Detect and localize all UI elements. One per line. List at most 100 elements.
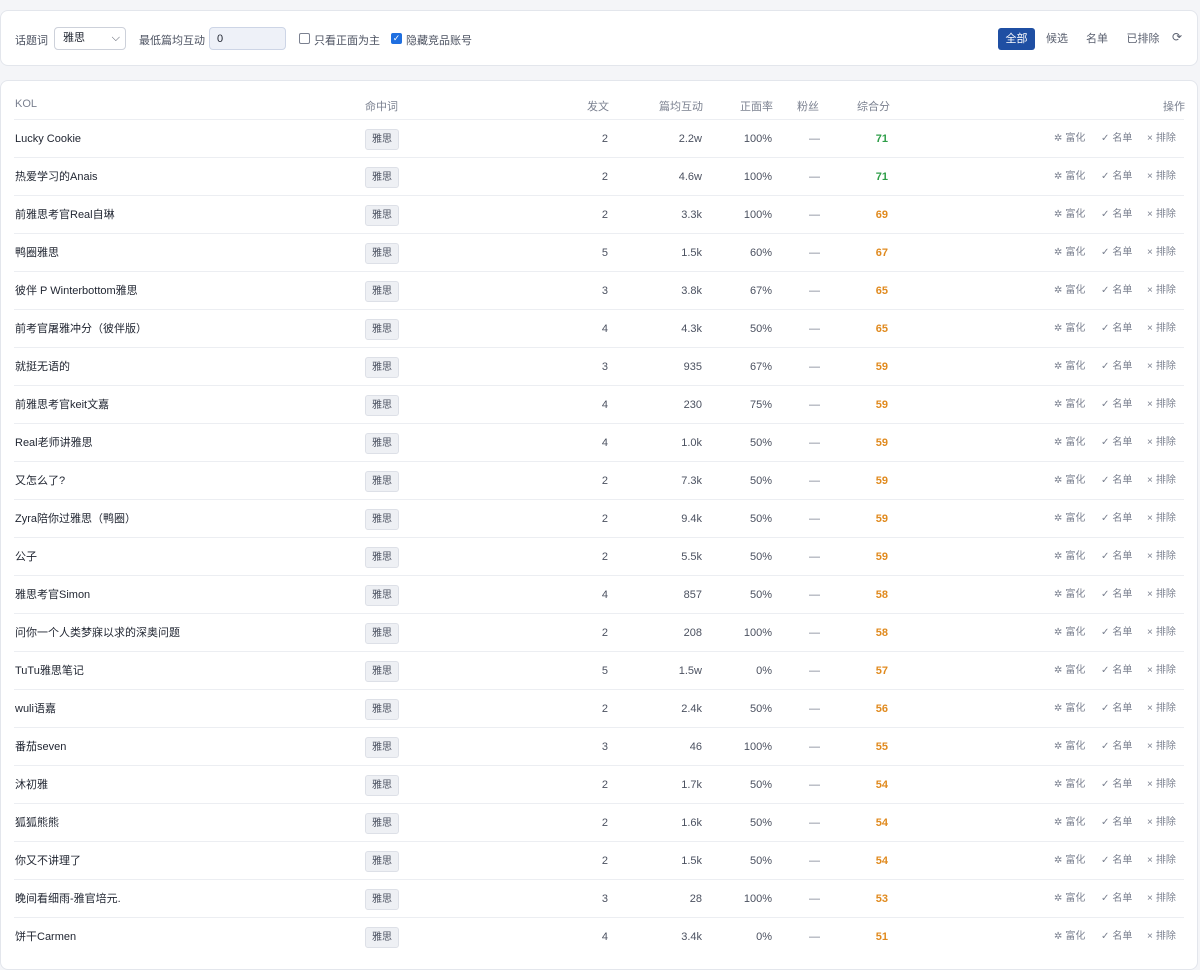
add-to-list-button[interactable]: ✓ 名单	[1101, 880, 1132, 918]
add-to-list-button[interactable]: ✓ 名单	[1101, 272, 1132, 310]
enrich-button[interactable]: ✲ 富化	[1054, 348, 1085, 386]
exclude-button[interactable]: × 排除	[1147, 918, 1176, 956]
add-to-list-button[interactable]: ✓ 名单	[1101, 614, 1132, 652]
enrich-button[interactable]: ✲ 富化	[1054, 234, 1085, 272]
kol-name[interactable]: Lucky Cookie	[15, 120, 81, 158]
add-to-list-button[interactable]: ✓ 名单	[1101, 576, 1132, 614]
add-to-list-button[interactable]: ✓ 名单	[1101, 120, 1132, 158]
enrich-button[interactable]: ✲ 富化	[1054, 690, 1085, 728]
add-to-list-button[interactable]: ✓ 名单	[1101, 310, 1132, 348]
kol-name[interactable]: 晚间看细雨-雅官培元.	[15, 880, 121, 918]
add-to-list-button[interactable]: ✓ 名单	[1101, 842, 1132, 880]
segment-list[interactable]: 名单	[1081, 28, 1113, 50]
enrich-button[interactable]: ✲ 富化	[1054, 880, 1085, 918]
add-to-list-button[interactable]: ✓ 名单	[1101, 158, 1132, 196]
add-to-list-button[interactable]: ✓ 名单	[1101, 462, 1132, 500]
exclude-button[interactable]: × 排除	[1147, 348, 1176, 386]
add-to-list-button[interactable]: ✓ 名单	[1101, 690, 1132, 728]
kol-name[interactable]: 饼干Carmen	[15, 918, 76, 956]
exclude-button[interactable]: × 排除	[1147, 576, 1176, 614]
kol-name[interactable]: 彼伴 P Winterbottom雅思	[15, 272, 138, 310]
enrich-button[interactable]: ✲ 富化	[1054, 614, 1085, 652]
exclude-button[interactable]: × 排除	[1147, 500, 1176, 538]
exclude-button[interactable]: × 排除	[1147, 120, 1176, 158]
kol-name[interactable]: 沐初雅	[15, 766, 48, 804]
kol-name[interactable]: wuli语嘉	[15, 690, 56, 728]
exclude-button[interactable]: × 排除	[1147, 690, 1176, 728]
enrich-button[interactable]: ✲ 富化	[1054, 500, 1085, 538]
segment-all[interactable]: 全部	[998, 28, 1035, 50]
enrich-button[interactable]: ✲ 富化	[1054, 158, 1085, 196]
exclude-button[interactable]: × 排除	[1147, 652, 1176, 690]
enrich-button[interactable]: ✲ 富化	[1054, 310, 1085, 348]
positive-only-checkbox[interactable]	[299, 33, 310, 44]
add-to-list-button[interactable]: ✓ 名单	[1101, 538, 1132, 576]
exclude-button[interactable]: × 排除	[1147, 158, 1176, 196]
segment-candidate[interactable]: 候选	[1041, 28, 1073, 50]
add-to-list-button[interactable]: ✓ 名单	[1101, 804, 1132, 842]
enrich-button[interactable]: ✲ 富化	[1054, 272, 1085, 310]
add-to-list-button[interactable]: ✓ 名单	[1101, 386, 1132, 424]
enrich-button[interactable]: ✲ 富化	[1054, 918, 1085, 956]
kol-name[interactable]: 狐狐熊熊	[15, 804, 59, 842]
exclude-button[interactable]: × 排除	[1147, 842, 1176, 880]
exclude-button[interactable]: × 排除	[1147, 424, 1176, 462]
topic-select[interactable]: 雅思 ⌵	[54, 27, 126, 50]
add-to-list-button[interactable]: ✓ 名单	[1101, 424, 1132, 462]
exclude-button[interactable]: × 排除	[1147, 310, 1176, 348]
enrich-button[interactable]: ✲ 富化	[1054, 652, 1085, 690]
segment-excluded[interactable]: 已排除	[1123, 28, 1163, 50]
enrich-button[interactable]: ✲ 富化	[1054, 424, 1085, 462]
kol-name[interactable]: 又怎么了?	[15, 462, 65, 500]
enrich-button[interactable]: ✲ 富化	[1054, 804, 1085, 842]
refresh-icon[interactable]: ⟳	[1172, 30, 1182, 44]
exclude-button[interactable]: × 排除	[1147, 462, 1176, 500]
kol-name[interactable]: 前雅思考官keit文嘉	[15, 386, 109, 424]
enrich-button[interactable]: ✲ 富化	[1054, 386, 1085, 424]
enrich-button[interactable]: ✲ 富化	[1054, 196, 1085, 234]
kol-name[interactable]: 公子	[15, 538, 37, 576]
enrich-button[interactable]: ✲ 富化	[1054, 842, 1085, 880]
exclude-button[interactable]: × 排除	[1147, 234, 1176, 272]
min-interaction-input[interactable]	[209, 27, 286, 50]
enrich-button[interactable]: ✲ 富化	[1054, 538, 1085, 576]
kol-name[interactable]: TuTu雅思笔记	[15, 652, 84, 690]
kol-name[interactable]: 热爱学习的Anais	[15, 158, 98, 196]
add-to-list-button[interactable]: ✓ 名单	[1101, 234, 1132, 272]
enrich-button[interactable]: ✲ 富化	[1054, 462, 1085, 500]
add-to-list-button[interactable]: ✓ 名单	[1101, 196, 1132, 234]
add-to-list-button[interactable]: ✓ 名单	[1101, 728, 1132, 766]
add-to-list-button[interactable]: ✓ 名单	[1101, 500, 1132, 538]
exclude-button[interactable]: × 排除	[1147, 766, 1176, 804]
exclude-button[interactable]: × 排除	[1147, 196, 1176, 234]
exclude-button[interactable]: × 排除	[1147, 614, 1176, 652]
exclude-button[interactable]: × 排除	[1147, 272, 1176, 310]
kol-name[interactable]: 问你一个人类梦寐以求的深奥问题	[15, 614, 180, 652]
enrich-button[interactable]: ✲ 富化	[1054, 728, 1085, 766]
exclude-button[interactable]: × 排除	[1147, 538, 1176, 576]
add-to-list-button[interactable]: ✓ 名单	[1101, 348, 1132, 386]
enrich-button[interactable]: ✲ 富化	[1054, 766, 1085, 804]
exclude-button[interactable]: × 排除	[1147, 804, 1176, 842]
enrich-button[interactable]: ✲ 富化	[1054, 576, 1085, 614]
kol-name[interactable]: 鸭圈雅思	[15, 234, 59, 272]
add-to-list-button[interactable]: ✓ 名单	[1101, 766, 1132, 804]
kol-name[interactable]: 你又不讲理了	[15, 842, 81, 880]
check-icon: ✓	[1101, 703, 1110, 714]
sparkle-icon: ✲	[1054, 589, 1063, 600]
hide-competitor-checkbox[interactable]: ✓	[391, 33, 402, 44]
kol-name[interactable]: 前雅思考官Real自琳	[15, 196, 115, 234]
exclude-button[interactable]: × 排除	[1147, 728, 1176, 766]
kol-name[interactable]: 雅思考官Simon	[15, 576, 90, 614]
kol-name[interactable]: 前考官屠雅冲分（彼伴版）	[15, 310, 147, 348]
kol-name[interactable]: Real老师讲雅思	[15, 424, 93, 462]
add-to-list-button[interactable]: ✓ 名单	[1101, 652, 1132, 690]
exclude-button[interactable]: × 排除	[1147, 386, 1176, 424]
kol-name[interactable]: Zyra陪你过雅思（鸭圈）	[15, 500, 136, 538]
exclude-label: 排除	[1155, 627, 1176, 638]
kol-name[interactable]: 番茄seven	[15, 728, 66, 766]
add-to-list-button[interactable]: ✓ 名单	[1101, 918, 1132, 956]
enrich-button[interactable]: ✲ 富化	[1054, 120, 1085, 158]
exclude-button[interactable]: × 排除	[1147, 880, 1176, 918]
kol-name[interactable]: 就挺无语的	[15, 348, 70, 386]
